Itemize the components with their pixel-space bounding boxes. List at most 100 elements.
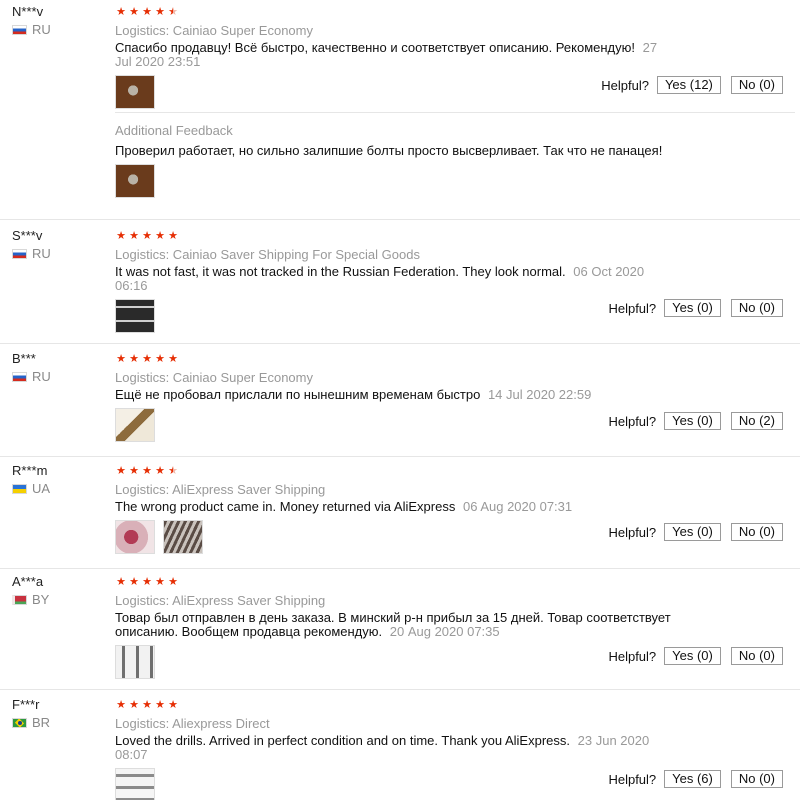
reviewer-name: B*** [12, 351, 36, 366]
russia-flag-icon [12, 372, 27, 382]
helpful-vote: Helpful? Yes (0) No (0) [608, 299, 783, 317]
reviewer-country: UA [12, 482, 107, 496]
review-photo-thumbnail[interactable] [163, 520, 203, 554]
helpful-yes-button[interactable]: Yes (12) [656, 76, 721, 94]
star-icon: ★ [155, 465, 165, 477]
reviewer-info: B*** RU [12, 351, 107, 384]
helpful-label: Helpful? [608, 648, 657, 664]
review-body: Спасибо продавцу! Всё быстро, качественн… [115, 40, 635, 55]
review-photo-thumbnail[interactable] [115, 75, 155, 109]
helpful-vote: Helpful? Yes (12) No (0) [601, 76, 783, 94]
review-photo-thumbnail[interactable] [115, 299, 155, 333]
helpful-yes-button[interactable]: Yes (0) [664, 299, 721, 317]
star-icon: ★ [142, 465, 152, 477]
star-icon: ★ [155, 353, 165, 365]
reviewer-country: BR [12, 716, 107, 730]
country-code: BY [32, 592, 50, 607]
star-icon: ★ [142, 6, 152, 18]
belarus-flag-icon [12, 595, 27, 605]
star-icon: ★ [129, 6, 139, 18]
star-icon: ★ [168, 699, 178, 711]
star-rating: ★ ★ ★ ★ ★ [115, 6, 675, 18]
reviewer-info: F***r BR [12, 697, 107, 730]
star-icon: ★ [142, 699, 152, 711]
helpful-label: Helpful? [608, 300, 657, 316]
star-icon: ★ [116, 465, 126, 477]
helpful-no-button[interactable]: No (0) [730, 299, 783, 317]
reviewer-name: R***m [12, 463, 48, 478]
star-icon: ★ [155, 230, 165, 242]
star-icon: ★ [168, 353, 178, 365]
country-code: BR [32, 715, 51, 730]
helpful-yes-button[interactable]: Yes (0) [664, 412, 721, 430]
review-body: The wrong product came in. Money returne… [115, 499, 456, 514]
star-icon: ★ [168, 576, 178, 588]
star-icon: ★ [116, 353, 126, 365]
star-icon: ★ [155, 576, 165, 588]
reviewer-name: S***v [12, 228, 43, 243]
country-code: RU [32, 22, 51, 37]
brazil-flag-icon [12, 718, 27, 728]
helpful-label: Helpful? [601, 77, 649, 93]
logistics-info: Logistics: Aliexpress Direct [115, 716, 270, 731]
review-text: Ещё не пробовал прислали по нынешним вре… [115, 388, 675, 402]
review-photos [115, 75, 675, 109]
star-icon: ★ [116, 230, 126, 242]
star-icon: ★ [142, 576, 152, 588]
additional-feedback-text: Проверил работает, но сильно залипшие бо… [115, 143, 663, 158]
half-star-icon: ★ [168, 465, 178, 477]
review-photo-thumbnail[interactable] [115, 408, 155, 442]
helpful-yes-button[interactable]: Yes (6) [664, 770, 721, 788]
star-icon: ★ [155, 699, 165, 711]
reviewer-country: RU [12, 247, 107, 261]
additional-feedback-divider [115, 112, 795, 113]
star-icon: ★ [129, 230, 139, 242]
helpful-label: Helpful? [608, 524, 657, 540]
review-photos [115, 645, 675, 679]
review-date: 14 Jul 2020 22:59 [487, 387, 592, 402]
review-text: The wrong product came in. Money returne… [115, 500, 675, 514]
helpful-label: Helpful? [608, 771, 657, 787]
reviewer-country: BY [12, 593, 107, 607]
reviewer-info: S***v RU [12, 228, 107, 261]
additional-feedback-photos [115, 164, 675, 198]
reviewer-name: F***r [12, 697, 40, 712]
logistics-info: Logistics: AliExpress Saver Shipping [115, 482, 326, 497]
reviewer-country: RU [12, 370, 107, 384]
logistics-info: Logistics: Cainiao Saver Shipping For Sp… [115, 247, 420, 262]
star-icon: ★ [129, 576, 139, 588]
helpful-yes-button[interactable]: Yes (0) [664, 523, 721, 541]
review-item: B*** RU ★ ★ ★ ★ ★ Logistics: Cainiao Super E… [0, 347, 800, 457]
review-item: N***v RU ★ ★ ★ ★ ★ Logistics: Cainiao Super … [0, 0, 800, 220]
helpful-label: Helpful? [608, 413, 657, 429]
review-photo-thumbnail[interactable] [115, 645, 155, 679]
country-code: RU [32, 369, 51, 384]
star-icon: ★ [116, 699, 126, 711]
review-photo-thumbnail[interactable] [115, 768, 155, 800]
star-icon: ★ [142, 230, 152, 242]
helpful-vote: Helpful? Yes (0) No (2) [608, 412, 783, 430]
logistics-info: Logistics: Cainiao Super Economy [115, 23, 313, 38]
review-body: Loved the drills. Arrived in perfect con… [115, 733, 571, 748]
helpful-no-button[interactable]: No (0) [730, 523, 783, 541]
reviewer-name: N***v [12, 4, 44, 19]
review-content: ★ ★ ★ ★ ★ Logistics: AliExpress Saver Shippi… [115, 576, 675, 679]
review-photos [115, 768, 675, 800]
review-photos [115, 299, 675, 333]
star-rating: ★ ★ ★ ★ ★ [115, 230, 675, 242]
star-icon: ★ [168, 230, 178, 242]
review-content: ★ ★ ★ ★ ★ Logistics: Aliexpress Direct Loved… [115, 699, 675, 800]
helpful-no-button[interactable]: No (2) [730, 412, 783, 430]
helpful-no-button[interactable]: No (0) [730, 76, 783, 94]
helpful-yes-button[interactable]: Yes (0) [664, 647, 721, 665]
review-photo-thumbnail[interactable] [115, 520, 155, 554]
helpful-vote: Helpful? Yes (6) No (0) [608, 770, 783, 788]
review-photo-thumbnail[interactable] [115, 164, 155, 198]
review-content: ★ ★ ★ ★ ★ Logistics: Cainiao Super Economy С… [115, 6, 675, 198]
star-icon: ★ [129, 465, 139, 477]
review-text: Товар был отправлен в день заказа. В мин… [115, 611, 675, 639]
helpful-no-button[interactable]: No (0) [730, 770, 783, 788]
helpful-no-button[interactable]: No (0) [730, 647, 783, 665]
review-photos [115, 520, 675, 554]
review-body: Ещё не пробовал прислали по нынешним вре… [115, 387, 481, 402]
